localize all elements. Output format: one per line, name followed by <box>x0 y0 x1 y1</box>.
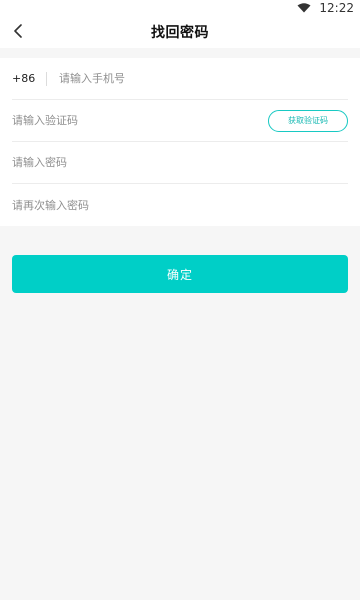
confirm-password-input[interactable] <box>12 198 348 212</box>
confirm-button[interactable]: 确定 <box>12 255 348 293</box>
confirm-wrapper: 确定 <box>0 226 360 293</box>
forgot-password-screen: 12:22 找回密码 +86 获取验证码 确定 <box>0 0 360 600</box>
password-input[interactable] <box>12 156 348 169</box>
recover-password-form: +86 获取验证码 <box>0 58 360 226</box>
header: 找回密码 <box>0 16 360 48</box>
password-row <box>12 142 348 184</box>
back-button[interactable] <box>6 20 30 44</box>
get-verification-code-button[interactable]: 获取验证码 <box>268 109 348 132</box>
chevron-left-icon <box>13 23 23 42</box>
status-bar: 12:22 <box>0 0 360 16</box>
confirm-password-row <box>12 184 348 226</box>
status-time: 12:22 <box>319 1 354 15</box>
phone-input[interactable] <box>59 72 348 85</box>
wifi-icon <box>297 3 311 13</box>
page-title: 找回密码 <box>151 25 209 41</box>
verification-code-row: 获取验证码 <box>12 100 348 142</box>
verification-code-input[interactable] <box>12 114 268 127</box>
phone-row: +86 <box>12 58 348 100</box>
country-code-divider <box>46 71 47 86</box>
top-spacer <box>0 48 360 58</box>
country-code[interactable]: +86 <box>12 72 46 85</box>
